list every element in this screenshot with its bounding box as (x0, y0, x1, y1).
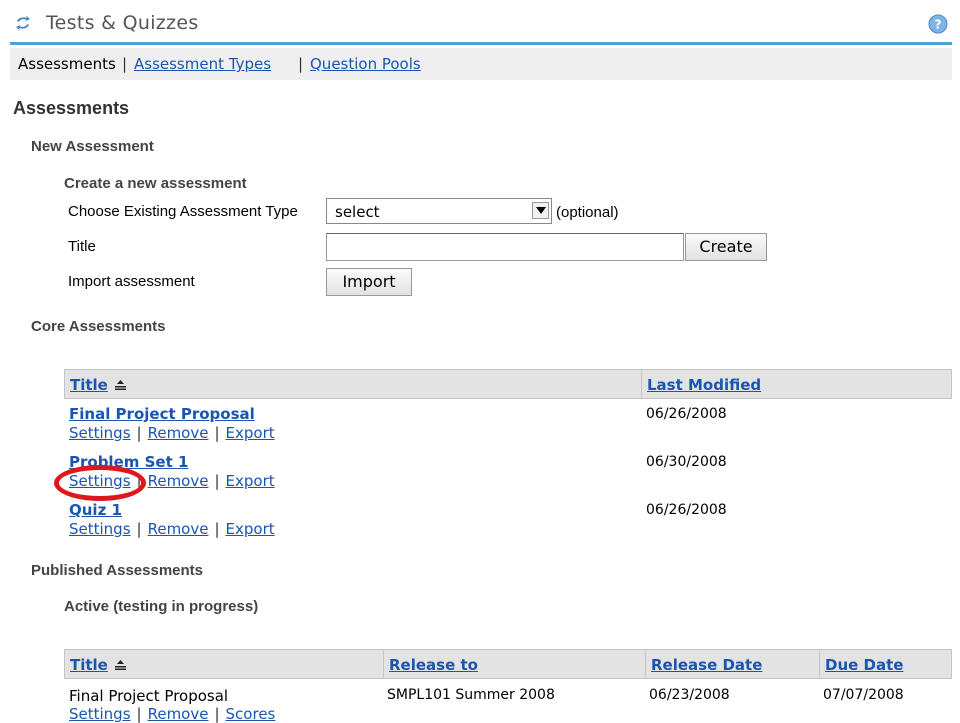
scores-link[interactable]: Scores (226, 705, 276, 723)
core-row-actions: Settings | Remove | Export (69, 520, 275, 538)
core-col-title: Title (65, 370, 641, 398)
published-col-title-link[interactable]: Title (70, 656, 108, 674)
title-input[interactable] (326, 233, 684, 261)
settings-link[interactable]: Settings (69, 472, 131, 490)
published-row-due-date: 07/07/2008 (823, 687, 904, 703)
core-row-title-link[interactable]: Final Project Proposal (69, 405, 255, 423)
published-row-actions: Settings | Remove | Scores (69, 705, 276, 723)
assessment-type-select[interactable]: select (326, 198, 552, 224)
core-row-title-link[interactable]: Problem Set 1 (69, 453, 188, 471)
core-row-title-link[interactable]: Quiz 1 (69, 501, 122, 519)
published-col-release-date: Release Date (645, 650, 819, 678)
published-row-release-date: 06/23/2008 (649, 687, 730, 703)
published-row-title: Final Project Proposal (69, 687, 229, 705)
published-col-due-date-link[interactable]: Due Date (825, 656, 903, 674)
assessment-type-label: Choose Existing Assessment Type (68, 203, 298, 220)
published-col-due-date: Due Date (819, 650, 951, 678)
sort-ascending-icon[interactable] (115, 660, 126, 670)
optional-note: (optional) (556, 204, 619, 221)
published-col-title: Title (65, 650, 383, 678)
core-col-last-modified: Last Modified (641, 370, 951, 398)
svg-text:?: ? (935, 18, 942, 32)
tool-nav-bar: Assessments | Assessment Types | Questio… (10, 48, 952, 80)
import-assessment-label: Import assessment (68, 273, 195, 290)
nav-separator: | (122, 55, 128, 73)
nav-question-pools-link[interactable]: Question Pools (310, 55, 421, 73)
settings-link[interactable]: Settings (69, 424, 131, 442)
active-assessments-heading: Active (testing in progress) (64, 598, 259, 615)
nav-assessments-current: Assessments (18, 55, 116, 73)
nav-separator: | (298, 55, 304, 73)
tool-title-bar: Tests & Quizzes ? (10, 2, 952, 45)
remove-link[interactable]: Remove (148, 424, 209, 442)
title-label: Title (68, 238, 96, 255)
nav-assessment-types-link[interactable]: Assessment Types (134, 55, 271, 73)
remove-link[interactable]: Remove (148, 472, 209, 490)
core-col-title-link[interactable]: Title (70, 376, 108, 394)
assessment-type-select-value: select (335, 203, 380, 221)
core-row-last-modified: 06/26/2008 (646, 406, 727, 422)
help-icon[interactable]: ? (928, 14, 948, 34)
core-row-actions: Settings | Remove | Export (69, 472, 275, 490)
page-title: Assessments (13, 98, 130, 118)
tool-title: Tests & Quizzes (46, 12, 199, 34)
settings-link[interactable]: Settings (69, 705, 131, 723)
core-table-header: Title Last Modified (64, 369, 952, 399)
reset-icon[interactable] (14, 14, 32, 32)
sort-ascending-icon[interactable] (115, 380, 126, 390)
published-col-release-date-link[interactable]: Release Date (651, 656, 762, 674)
published-row-release-to: SMPL101 Summer 2008 (387, 687, 555, 703)
new-assessment-heading: New Assessment (31, 138, 154, 155)
published-assessments-heading: Published Assessments (31, 562, 204, 579)
core-assessments-heading: Core Assessments (31, 318, 166, 335)
published-col-release-to: Release to (383, 650, 645, 678)
core-row-actions: Settings | Remove | Export (69, 424, 275, 442)
core-row-last-modified: 06/26/2008 (646, 502, 727, 518)
published-col-release-to-link[interactable]: Release to (389, 656, 478, 674)
export-link[interactable]: Export (226, 472, 275, 490)
settings-link[interactable]: Settings (69, 520, 131, 538)
core-col-last-modified-link[interactable]: Last Modified (647, 376, 761, 394)
export-link[interactable]: Export (226, 424, 275, 442)
chevron-down-icon[interactable] (532, 202, 549, 219)
remove-link[interactable]: Remove (148, 705, 209, 723)
create-assessment-subheading: Create a new assessment (64, 175, 247, 192)
export-link[interactable]: Export (226, 520, 275, 538)
published-table-header: Title Release to Release Date Due Date (64, 649, 952, 679)
core-row-last-modified: 06/30/2008 (646, 454, 727, 470)
remove-link[interactable]: Remove (148, 520, 209, 538)
import-button[interactable]: Import (326, 268, 412, 296)
create-button[interactable]: Create (685, 233, 767, 261)
